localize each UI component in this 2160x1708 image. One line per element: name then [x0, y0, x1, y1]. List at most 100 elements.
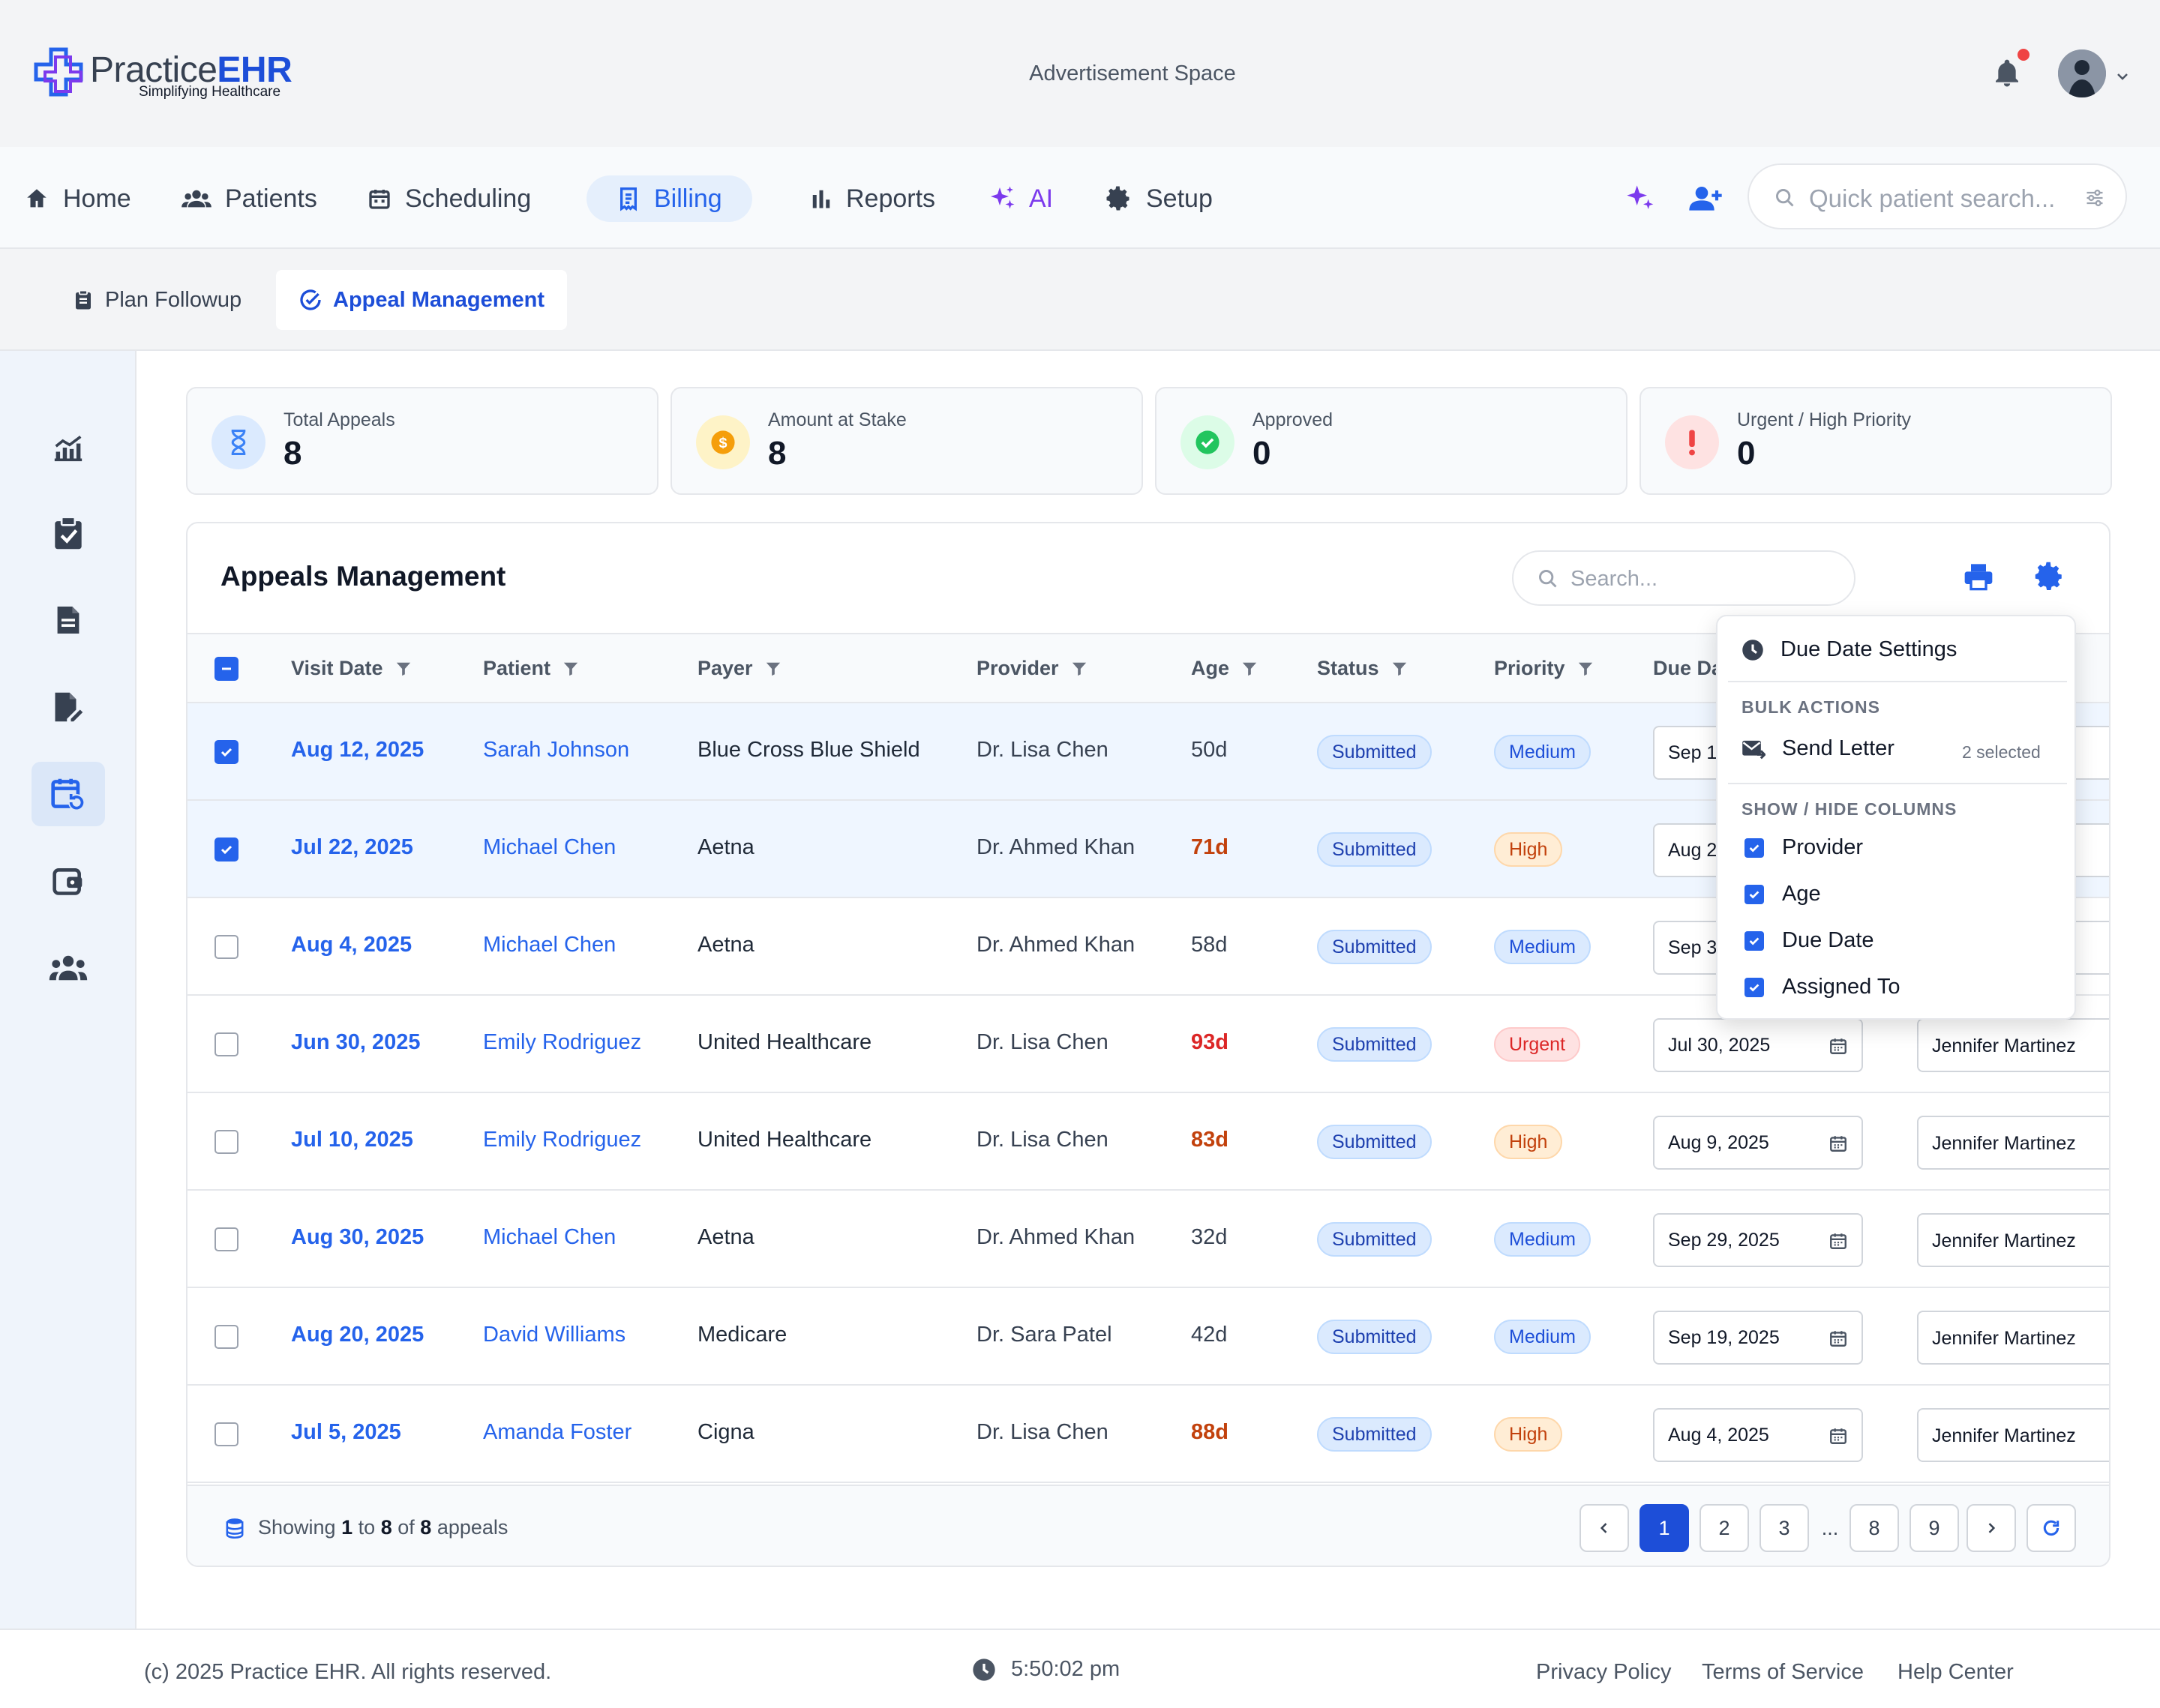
table-row[interactable]: Jul 10, 2025 Emily Rodriguez United Health…	[188, 1093, 2109, 1191]
row-select-checkbox[interactable]	[214, 1325, 238, 1349]
filter-icon[interactable]	[1241, 661, 1258, 677]
row-select-checkbox[interactable]	[214, 1032, 238, 1056]
assigned-to-select[interactable]: Jennifer Martinez	[1917, 1116, 2109, 1170]
nav-scheduling[interactable]: Scheduling	[368, 175, 531, 222]
column-header-status[interactable]: Status	[1317, 657, 1408, 680]
patient-name-link[interactable]: Emily Rodriguez	[483, 1128, 641, 1152]
calendar-icon[interactable]	[1828, 1426, 1848, 1446]
page-button[interactable]: 9	[1910, 1504, 1959, 1552]
patient-name-link[interactable]: Amanda Foster	[483, 1420, 632, 1445]
column-toggle-item[interactable]: Due Date	[1744, 928, 1874, 953]
column-header-age[interactable]: Age	[1191, 657, 1258, 680]
privacy-policy-link[interactable]: Privacy Policy	[1536, 1660, 1672, 1685]
patient-name-link[interactable]: Michael Chen	[483, 835, 616, 860]
column-toggle-checkbox[interactable]	[1744, 884, 1764, 904]
help-center-link[interactable]: Help Center	[1898, 1660, 2014, 1685]
page-button[interactable]: 2	[1700, 1504, 1749, 1552]
patient-name-link[interactable]: Emily Rodriguez	[483, 1030, 641, 1055]
row-select-checkbox[interactable]	[214, 838, 238, 861]
row-select-checkbox[interactable]	[214, 1130, 238, 1154]
table-row[interactable]: Aug 30, 2025 Michael Chen Aetna Dr. Ahmed K…	[188, 1191, 2109, 1288]
sidebar-documents[interactable]	[32, 588, 105, 652]
sidebar-tasks[interactable]	[32, 501, 105, 565]
nav-billing[interactable]: Billing	[586, 175, 752, 222]
patient-name-link[interactable]: David Williams	[483, 1323, 626, 1347]
user-avatar[interactable]	[2058, 49, 2106, 97]
sidebar-appeals[interactable]	[32, 762, 105, 826]
column-header-due-date[interactable]: Due Da	[1653, 657, 1723, 680]
column-toggle-checkbox[interactable]	[1744, 930, 1764, 951]
nav-setup[interactable]: Setup	[1106, 175, 1213, 222]
select-all-checkbox[interactable]	[214, 657, 238, 681]
notification-bell-icon[interactable]	[1992, 57, 2022, 90]
visit-date-link[interactable]: Aug 12, 2025	[291, 738, 424, 763]
row-select-checkbox[interactable]	[214, 1227, 238, 1251]
column-toggle-checkbox[interactable]	[1744, 977, 1764, 997]
visit-date-link[interactable]: Aug 30, 2025	[291, 1225, 424, 1250]
column-toggle-item[interactable]: Age	[1744, 882, 1821, 906]
row-select-checkbox[interactable]	[214, 740, 238, 764]
row-select-checkbox[interactable]	[214, 935, 238, 959]
sidebar-analytics[interactable]	[32, 415, 105, 480]
due-date-input[interactable]: Aug 4, 2025	[1653, 1408, 1863, 1462]
patient-name-link[interactable]: Michael Chen	[483, 933, 616, 957]
table-search-input[interactable]: Search...	[1512, 550, 1856, 606]
filter-icon[interactable]	[1391, 661, 1408, 677]
column-toggle-checkbox[interactable]	[1744, 838, 1764, 858]
assigned-to-select[interactable]: Jennifer Martinez	[1917, 1408, 2109, 1462]
patient-name-link[interactable]: Michael Chen	[483, 1225, 616, 1250]
sidebar-document-edit[interactable]	[32, 675, 105, 739]
table-row[interactable]: Jul 5, 2025 Amanda Foster Cigna Dr. Lisa Ch…	[188, 1386, 2109, 1483]
practice-ehr-logo[interactable]: PracticeEHR Simplifying Healthcare	[33, 46, 292, 100]
next-page-button[interactable]	[1966, 1504, 2016, 1552]
filter-sliders-icon[interactable]	[2084, 187, 2106, 208]
visit-date-link[interactable]: Jun 30, 2025	[291, 1030, 421, 1055]
tab-plan-followup[interactable]: Plan Followup	[72, 270, 242, 330]
sidebar-payments[interactable]	[32, 849, 105, 913]
column-header-payer[interactable]: Payer	[698, 657, 782, 680]
table-settings-button[interactable]	[2034, 561, 2066, 592]
calendar-icon[interactable]	[1828, 1036, 1848, 1056]
filter-icon[interactable]	[765, 661, 782, 677]
assigned-to-select[interactable]: Jennifer Martinez	[1917, 1311, 2109, 1365]
column-header-visit-date[interactable]: Visit Date	[291, 657, 412, 680]
filter-icon[interactable]	[1577, 661, 1594, 677]
page-button[interactable]: 3	[1760, 1504, 1809, 1552]
nav-patients[interactable]: Patients	[182, 175, 317, 222]
column-header-provider[interactable]: Provider	[976, 657, 1088, 680]
visit-date-link[interactable]: Aug 20, 2025	[291, 1323, 424, 1347]
due-date-input[interactable]: Sep 19, 2025	[1653, 1311, 1863, 1365]
filter-icon[interactable]	[562, 661, 579, 677]
add-patient-button[interactable]	[1689, 183, 1722, 213]
send-letter-item[interactable]: Send Letter	[1742, 736, 1894, 761]
terms-of-service-link[interactable]: Terms of Service	[1702, 1660, 1864, 1685]
due-date-settings-item[interactable]: Due Date Settings	[1742, 637, 1957, 662]
nav-reports[interactable]: Reports	[810, 175, 935, 222]
assigned-to-select[interactable]: Jennifer Martinez	[1917, 1213, 2109, 1267]
page-button[interactable]: 8	[1850, 1504, 1899, 1552]
column-toggle-item[interactable]: Provider	[1744, 835, 1863, 860]
calendar-icon[interactable]	[1828, 1134, 1848, 1153]
tab-appeal-management[interactable]: Appeal Management	[276, 270, 567, 330]
visit-date-link[interactable]: Jul 10, 2025	[291, 1128, 413, 1152]
ai-assistant-button[interactable]	[1624, 183, 1654, 213]
quick-patient-search[interactable]: Quick patient search...	[1748, 163, 2127, 229]
patient-name-link[interactable]: Sarah Johnson	[483, 738, 629, 763]
filter-icon[interactable]	[395, 661, 412, 677]
prev-page-button[interactable]	[1580, 1504, 1629, 1552]
nav-ai[interactable]: AI	[988, 175, 1053, 222]
visit-date-link[interactable]: Jul 5, 2025	[291, 1420, 401, 1445]
nav-home[interactable]: Home	[24, 175, 131, 222]
calendar-icon[interactable]	[1828, 1329, 1848, 1348]
visit-date-link[interactable]: Aug 4, 2025	[291, 933, 412, 957]
print-button[interactable]	[1964, 562, 1994, 591]
sidebar-team[interactable]	[32, 936, 105, 1000]
due-date-input[interactable]: Sep 29, 2025	[1653, 1213, 1863, 1267]
visit-date-link[interactable]: Jul 22, 2025	[291, 835, 413, 860]
column-header-priority[interactable]: Priority	[1494, 657, 1594, 680]
assigned-to-select[interactable]: Jennifer Martinez	[1917, 1018, 2109, 1072]
due-date-input[interactable]: Jul 30, 2025	[1653, 1018, 1863, 1072]
table-row[interactable]: Aug 20, 2025 David Williams Medicare Dr. Sa…	[188, 1288, 2109, 1386]
column-header-patient[interactable]: Patient	[483, 657, 579, 680]
filter-icon[interactable]	[1071, 661, 1088, 677]
